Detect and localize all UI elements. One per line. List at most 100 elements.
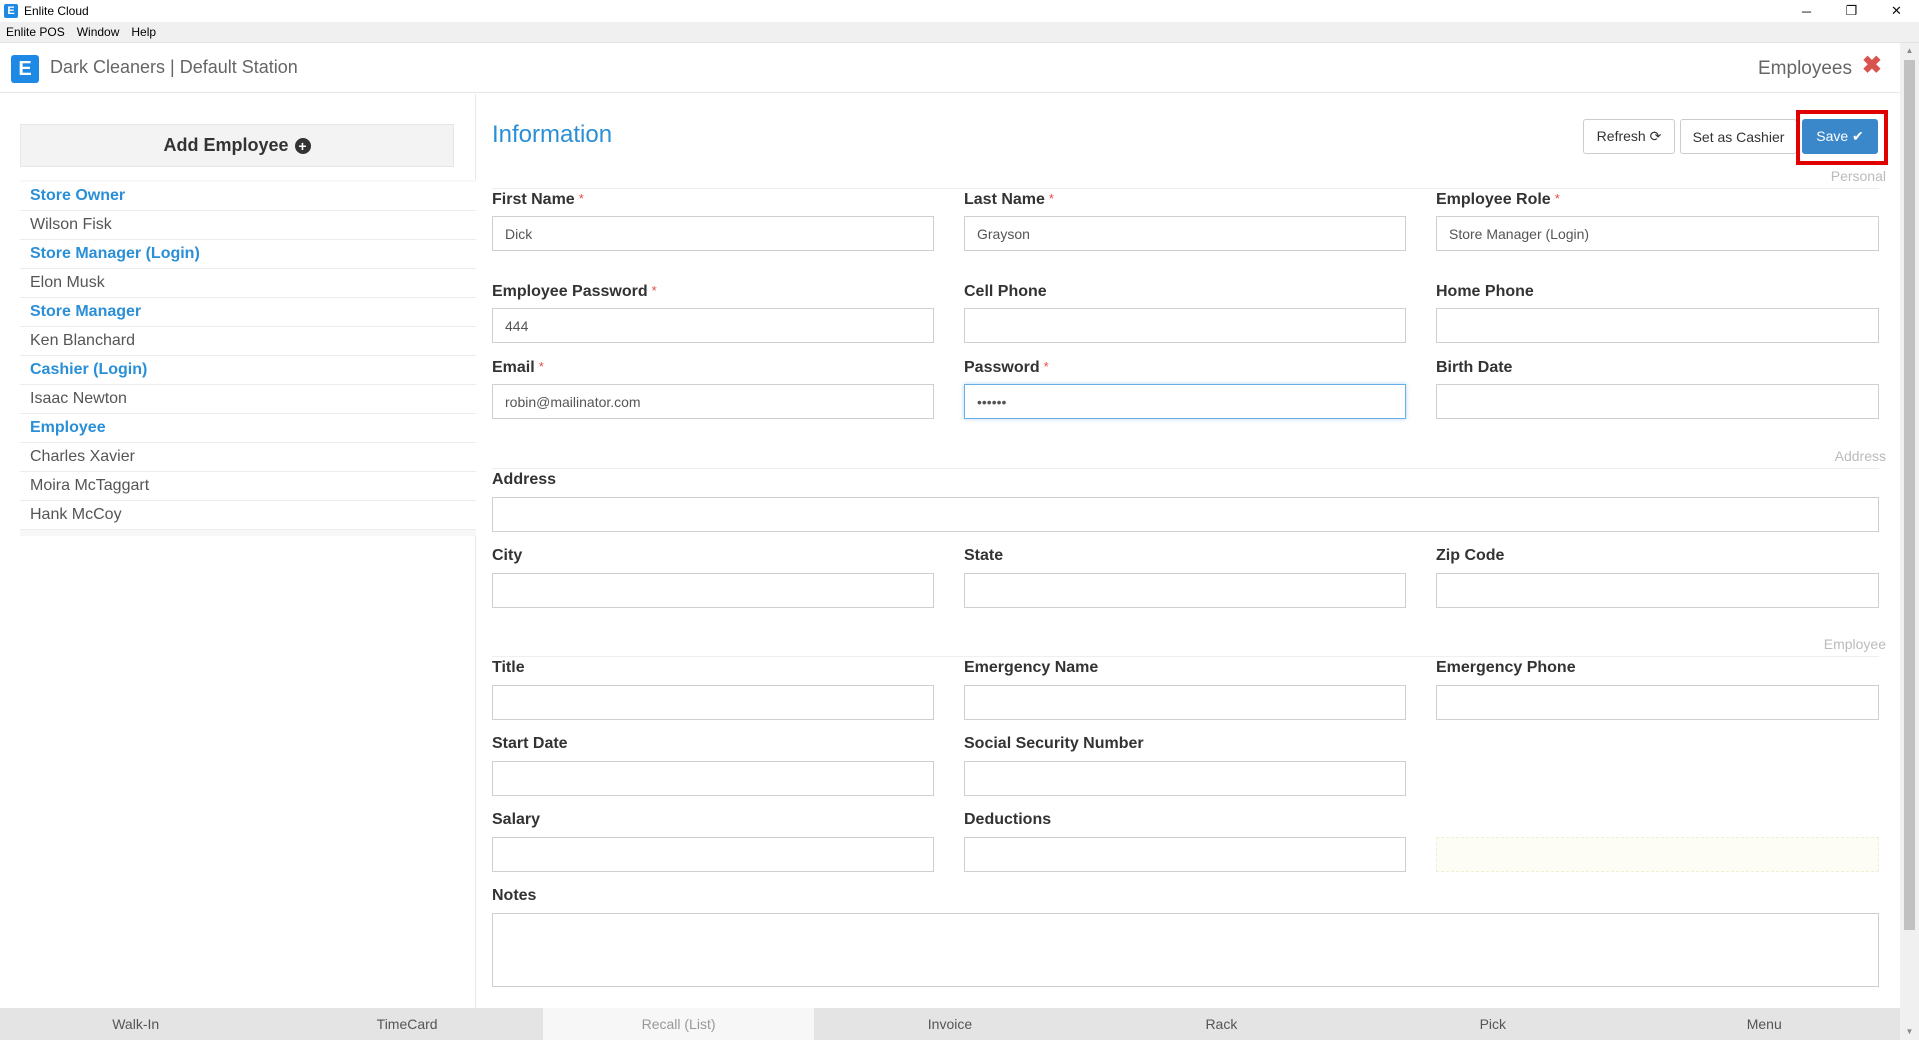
ssn-input[interactable] — [964, 761, 1406, 796]
emergency-phone-label: Emergency Phone — [1436, 659, 1576, 676]
deductions-input[interactable] — [964, 837, 1406, 872]
email-label: Email * — [492, 359, 544, 377]
save-button[interactable]: Save ✔ — [1802, 119, 1878, 154]
nav-timecard[interactable]: TimeCard — [271, 1008, 543, 1040]
role-group-header: Store Manager (Login) — [20, 240, 476, 269]
role-group-header: Store Manager — [20, 298, 476, 327]
last-name-label: Last Name * — [964, 191, 1054, 209]
station-title: Dark Cleaners | Default Station — [50, 57, 298, 77]
city-input[interactable] — [492, 573, 934, 608]
section-divider — [492, 188, 1879, 189]
role-group-header: Cashier (Login) — [20, 356, 476, 385]
city-label: City — [492, 547, 523, 564]
restore-button[interactable]: ❐ — [1829, 0, 1874, 22]
nav-walk-in[interactable]: Walk-In — [0, 1008, 272, 1040]
cell-phone-label: Cell Phone — [964, 283, 1047, 300]
nav-pick[interactable]: Pick — [1357, 1008, 1629, 1040]
menu-window[interactable]: Window — [77, 25, 120, 39]
scroll-down-icon[interactable]: ▼ — [1900, 1024, 1919, 1040]
employee-list-item[interactable]: Moira McTaggart — [20, 472, 476, 501]
required-mark: * — [1048, 191, 1054, 206]
vertical-scrollbar[interactable]: ▲ ▼ — [1900, 43, 1919, 1040]
birth-date-input[interactable] — [1436, 384, 1879, 419]
section-label-personal: Personal — [1830, 168, 1886, 184]
section-divider — [492, 468, 1879, 469]
employee-sidebar: Add Employee + Store Owner Wilson Fisk Sto… — [0, 94, 476, 1008]
employee-list-item[interactable]: Wilson Fisk — [20, 211, 476, 240]
refresh-button[interactable]: Refresh ⟳ — [1583, 119, 1675, 154]
required-mark: * — [1554, 191, 1560, 206]
bottom-navigation: Walk-In TimeCard Recall (List) Invoice Rack P… — [0, 1008, 1900, 1040]
close-page-icon[interactable]: ✖ — [1862, 54, 1882, 78]
minimize-button[interactable]: ─ — [1784, 0, 1829, 22]
first-name-label-text: First Name — [492, 191, 575, 208]
employee-role-label: Employee Role * — [1436, 191, 1560, 209]
required-mark: * — [1043, 359, 1049, 374]
employee-list: Store Owner Wilson Fisk Store Manager (Log… — [20, 180, 476, 536]
employee-password-input[interactable]: 444 — [492, 308, 934, 343]
page-title: Employees — [1758, 58, 1852, 79]
zip-code-input[interactable] — [1436, 573, 1879, 608]
address-input[interactable] — [492, 497, 1879, 532]
add-employee-button[interactable]: Add Employee + — [20, 124, 454, 167]
password-label: Password * — [964, 359, 1049, 377]
employee-list-item[interactable]: Charles Xavier — [20, 443, 476, 472]
nav-recall-list[interactable]: Recall (List) — [542, 1008, 815, 1040]
required-mark: * — [651, 283, 657, 298]
window-titlebar: E Enlite Cloud ─ ❐ ✕ — [0, 0, 1919, 22]
salary-input[interactable] — [492, 837, 934, 872]
employee-list-item[interactable]: Elon Musk — [20, 269, 476, 298]
menu-enlite-pos[interactable]: Enlite POS — [6, 25, 65, 39]
start-date-input[interactable] — [492, 761, 934, 796]
emergency-name-input[interactable] — [964, 685, 1406, 720]
scroll-thumb[interactable] — [1904, 60, 1915, 930]
employee-password-label: Employee Password * — [492, 283, 657, 301]
scroll-up-icon[interactable]: ▲ — [1900, 43, 1919, 59]
first-name-input[interactable]: Dick — [492, 216, 934, 251]
notes-label: Notes — [492, 887, 537, 904]
required-mark: * — [538, 359, 544, 374]
add-employee-label: Add Employee — [163, 135, 289, 155]
brand-logo-icon: E — [11, 55, 39, 83]
nav-invoice[interactable]: Invoice — [814, 1008, 1086, 1040]
role-group-header: Store Owner — [20, 182, 476, 211]
birth-date-label: Birth Date — [1436, 359, 1513, 376]
address-label: Address — [492, 471, 557, 488]
plus-circle-icon: + — [294, 137, 311, 154]
set-as-cashier-button[interactable]: Set as Cashier — [1680, 119, 1797, 154]
section-label-address: Address — [1834, 448, 1886, 464]
first-name-label: First Name * — [492, 191, 584, 209]
window-controls: ─ ❐ ✕ — [1784, 0, 1919, 22]
nav-menu[interactable]: Menu — [1628, 1008, 1900, 1040]
required-mark: * — [578, 191, 584, 206]
ssn-label: Social Security Number — [964, 735, 1144, 752]
notes-textarea[interactable] — [492, 913, 1879, 987]
menu-help[interactable]: Help — [131, 25, 156, 39]
employee-role-label-text: Employee Role — [1436, 191, 1551, 208]
last-name-label-text: Last Name — [964, 191, 1045, 208]
last-name-input[interactable]: Grayson — [964, 216, 1406, 251]
start-date-label: Start Date — [492, 735, 568, 752]
section-label-employee: Employee — [1823, 636, 1886, 652]
employee-list-item[interactable]: Isaac Newton — [20, 385, 476, 414]
salary-label: Salary — [492, 811, 541, 828]
emergency-name-label: Emergency Name — [964, 659, 1099, 676]
close-window-button[interactable]: ✕ — [1874, 0, 1919, 22]
empty-placeholder-field — [1436, 837, 1879, 872]
title-input[interactable] — [492, 685, 934, 720]
zip-code-label: Zip Code — [1436, 547, 1505, 564]
app-logo-icon: E — [4, 4, 18, 18]
emergency-phone-input[interactable] — [1436, 685, 1879, 720]
email-field[interactable]: robin@mailinator.com — [492, 384, 934, 419]
home-phone-input[interactable] — [1436, 308, 1879, 343]
nav-rack[interactable]: Rack — [1085, 1008, 1358, 1040]
employee-list-item[interactable]: Ken Blanchard — [20, 327, 476, 356]
cell-phone-input[interactable] — [964, 308, 1406, 343]
password-input[interactable]: •••••• — [964, 384, 1406, 419]
form-title: Information — [492, 121, 613, 148]
employee-list-item[interactable]: Hank McCoy — [20, 501, 476, 530]
employee-role-select[interactable]: Store Manager (Login) — [1436, 216, 1879, 251]
menubar: Enlite POS Window Help — [0, 22, 1919, 43]
window-title: Enlite Cloud — [24, 4, 89, 18]
state-input[interactable] — [964, 573, 1406, 608]
